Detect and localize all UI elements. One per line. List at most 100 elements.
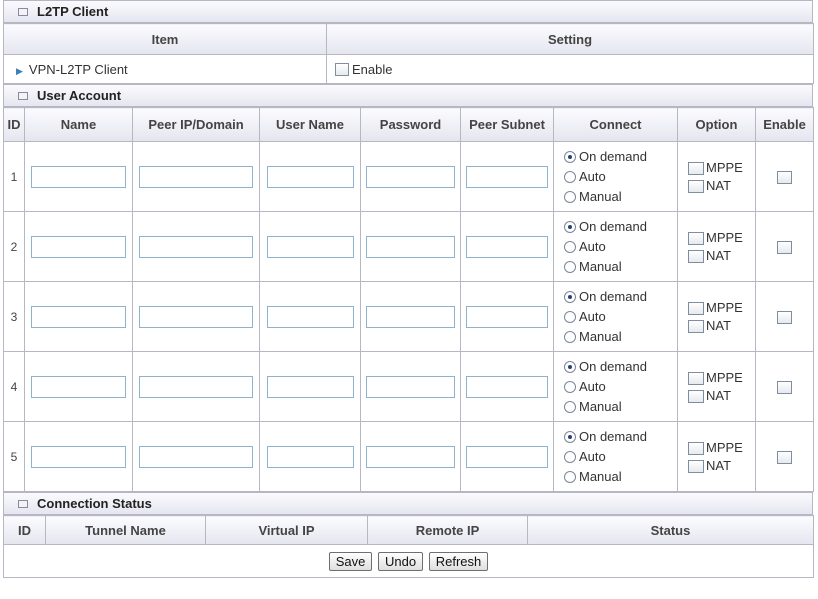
connect-radio-on-demand[interactable] [564, 291, 576, 304]
connect-option[interactable]: Auto [564, 307, 677, 327]
row-enable-checkbox[interactable] [777, 381, 792, 395]
connect-radio-manual[interactable] [564, 401, 576, 414]
user-name-input[interactable] [266, 305, 354, 328]
connect-radio-auto[interactable] [564, 171, 576, 184]
password-input[interactable] [366, 305, 455, 328]
name-input[interactable] [31, 445, 126, 468]
nat-checkbox[interactable] [688, 389, 704, 403]
peer-subnet-input[interactable] [466, 305, 548, 328]
connect-option[interactable]: Manual [564, 467, 677, 487]
connect-option[interactable]: On demand [564, 427, 677, 447]
enable-cell [755, 351, 814, 422]
password-input[interactable] [366, 445, 455, 468]
user-name-input[interactable] [266, 445, 354, 468]
connect-radio-manual[interactable] [564, 191, 576, 204]
option-item[interactable]: NAT [688, 457, 755, 475]
connect-radio-on-demand[interactable] [564, 221, 576, 234]
table-row: 3 On demand Auto Manual MPPE NAT [3, 281, 814, 352]
vpn-l2tp-enable-checkbox[interactable] [335, 63, 349, 77]
password-input[interactable] [366, 235, 455, 258]
option-item[interactable]: MPPE [688, 159, 755, 177]
mppe-checkbox[interactable] [688, 371, 704, 385]
connect-option[interactable]: On demand [564, 217, 677, 237]
connect-radio-auto[interactable] [564, 381, 576, 394]
peer-ip-domain-input[interactable] [139, 235, 253, 258]
connect-option[interactable]: Auto [564, 237, 677, 257]
connect-option[interactable]: Manual [564, 397, 677, 417]
connect-option-label: Auto [579, 378, 606, 394]
peer-subnet-input[interactable] [466, 235, 548, 258]
connect-radio-auto[interactable] [564, 311, 576, 324]
row-enable-checkbox[interactable] [777, 171, 792, 185]
connect-radio-on-demand[interactable] [564, 361, 576, 374]
name-input[interactable] [31, 165, 126, 188]
connect-option[interactable]: Manual [564, 187, 677, 207]
peer-subnet-input[interactable] [466, 375, 548, 398]
connect-radio-manual[interactable] [564, 331, 576, 344]
password-input[interactable] [366, 165, 455, 188]
option-item[interactable]: MPPE [688, 229, 755, 247]
name-input[interactable] [31, 375, 126, 398]
nat-checkbox[interactable] [688, 179, 704, 193]
peer-ip-domain-input[interactable] [139, 375, 253, 398]
connect-option[interactable]: On demand [564, 287, 677, 307]
option-item[interactable]: MPPE [688, 369, 755, 387]
name-input[interactable] [31, 305, 126, 328]
section-header-l2tp-client: L2TP Client [3, 0, 813, 23]
connect-option[interactable]: Auto [564, 447, 677, 467]
connect-option[interactable]: Auto [564, 377, 677, 397]
connect-option[interactable]: Auto [564, 167, 677, 187]
option-item[interactable]: MPPE [688, 439, 755, 457]
user-account-rows: 1 On demand Auto Manual MPPE NAT 2 On demand Aut… [3, 141, 814, 492]
row-id: 5 [3, 421, 25, 492]
refresh-button[interactable]: Refresh [428, 551, 489, 571]
option-item[interactable]: NAT [688, 387, 755, 405]
connect-option[interactable]: Manual [564, 257, 677, 277]
peer-subnet-input[interactable] [466, 445, 548, 468]
mppe-checkbox[interactable] [688, 441, 704, 455]
connect-option[interactable]: On demand [564, 147, 677, 167]
name-input[interactable] [31, 235, 126, 258]
nat-checkbox[interactable] [688, 459, 704, 473]
option-item[interactable]: NAT [688, 317, 755, 335]
peer-ip-domain-input[interactable] [139, 305, 253, 328]
connect-radio-on-demand[interactable] [564, 431, 576, 444]
undo-button[interactable]: Undo [378, 551, 424, 571]
nat-checkbox[interactable] [688, 249, 704, 263]
option-item[interactable]: NAT [688, 177, 755, 195]
collapse-box-icon [18, 7, 28, 16]
connect-option-label: Auto [579, 308, 606, 324]
connect-option-label: Manual [579, 468, 622, 484]
row-enable-checkbox[interactable] [777, 311, 792, 325]
option-item[interactable]: MPPE [688, 299, 755, 317]
option-label: MPPE [706, 229, 743, 245]
connect-option-label: On demand [579, 428, 647, 444]
connect-radio-auto[interactable] [564, 451, 576, 464]
save-button[interactable]: Save [328, 551, 373, 571]
option-item[interactable]: NAT [688, 247, 755, 265]
connect-radio-manual[interactable] [564, 261, 576, 274]
column-header-status: Status [527, 515, 814, 545]
nat-checkbox[interactable] [688, 319, 704, 333]
password-input[interactable] [366, 375, 455, 398]
option-label: MPPE [706, 159, 743, 175]
mppe-checkbox[interactable] [688, 301, 704, 315]
row-enable-checkbox[interactable] [777, 451, 792, 465]
connect-radio-on-demand[interactable] [564, 151, 576, 164]
input-cell [24, 421, 133, 492]
connect-option[interactable]: Manual [564, 327, 677, 347]
user-name-input[interactable] [266, 235, 354, 258]
peer-ip-domain-input[interactable] [139, 165, 253, 188]
input-cell [259, 211, 361, 282]
mppe-checkbox[interactable] [688, 161, 704, 175]
user-name-input[interactable] [266, 165, 354, 188]
user-name-input[interactable] [266, 375, 354, 398]
connect-radio-manual[interactable] [564, 471, 576, 484]
peer-subnet-input[interactable] [466, 165, 548, 188]
row-enable-checkbox[interactable] [777, 241, 792, 255]
connect-option[interactable]: On demand [564, 357, 677, 377]
connect-radio-auto[interactable] [564, 241, 576, 254]
peer-ip-domain-input[interactable] [139, 445, 253, 468]
mppe-checkbox[interactable] [688, 231, 704, 245]
input-cell [24, 351, 133, 422]
